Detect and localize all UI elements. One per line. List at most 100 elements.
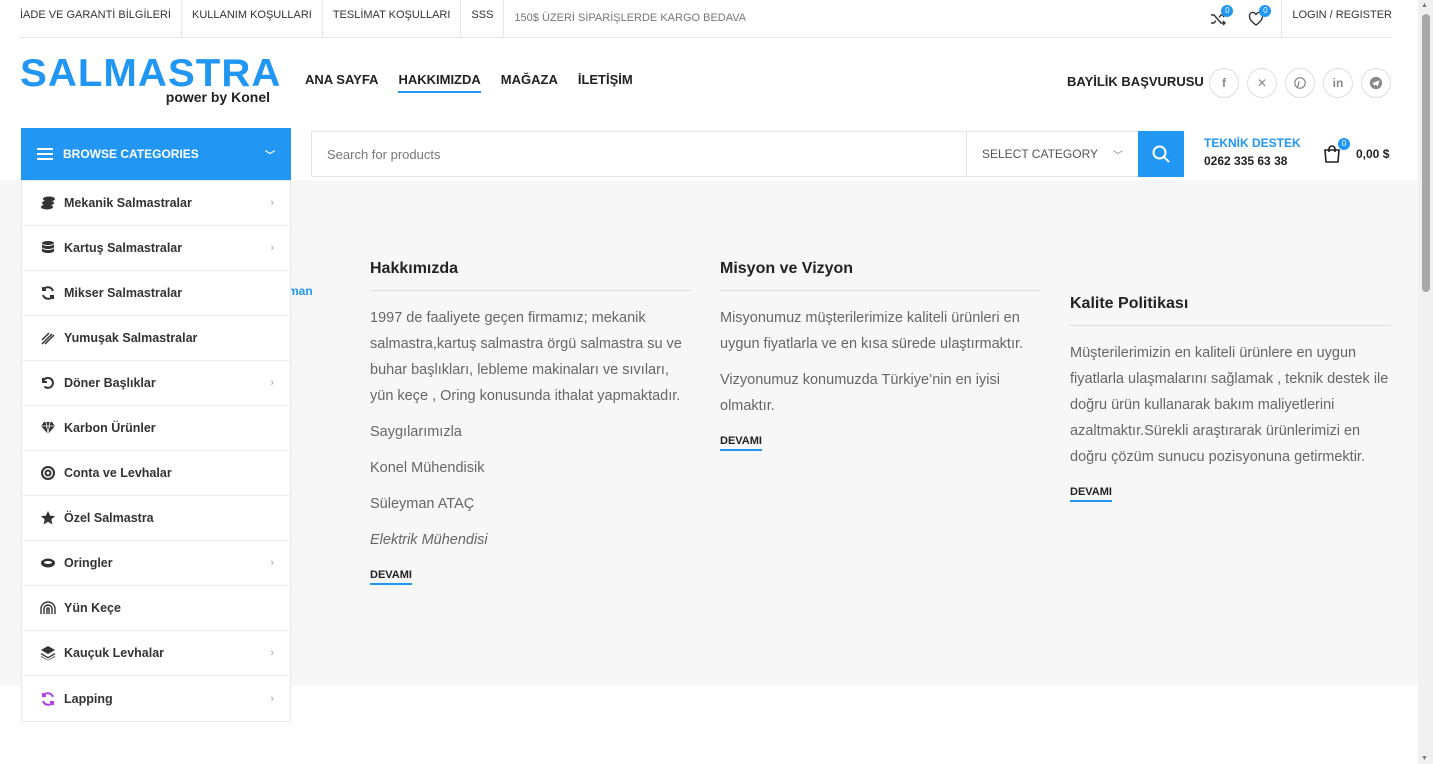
nav-home[interactable]: ANA SAYFA [305, 72, 378, 93]
social-links: f ✕ in [1209, 68, 1391, 98]
category-item[interactable]: Yumuşak Salmastralar [22, 316, 290, 361]
nav-shop[interactable]: MAĞAZA [501, 72, 558, 93]
category-item[interactable]: Mikser Salmastralar [22, 271, 290, 316]
scroll-up-icon[interactable]: ▲ [1421, 2, 1428, 9]
vision-text: Vizyonumuz konumuzda Türkiye’nin en iyis… [720, 372, 1000, 414]
page-scrollbar[interactable]: ▲ ▼ [1418, 0, 1433, 764]
chevron-right-icon: › [270, 197, 274, 209]
quality-more-link[interactable]: DEVAMI [1070, 486, 1112, 502]
nav-about[interactable]: HAKKIMIZDA [398, 72, 481, 93]
category-item[interactable]: Yün Keçe [22, 586, 290, 631]
scrollbar-thumb[interactable] [1422, 14, 1430, 292]
rotate-icon [38, 374, 58, 392]
star-icon [38, 509, 58, 527]
browse-categories-button[interactable]: BROWSE CATEGORIES ﹀ [21, 128, 291, 180]
category-item[interactable]: Karbon Ürünler [22, 406, 290, 451]
shipping-note: 150$ ÜZERİ SİPARİŞLERDE KARGO BEDAVA [514, 12, 747, 24]
category-label: Oringler [64, 556, 113, 570]
browse-categories-label: BROWSE CATEGORIES [63, 147, 199, 161]
logo-main-text: SALMASTRA [20, 52, 282, 95]
category-label: Yumuşak Salmastralar [64, 331, 198, 345]
category-item[interactable]: Döner Başlıklar › [22, 361, 290, 406]
quality-column: Kalite Politikası Müşterilerimizin en ka… [1070, 295, 1391, 502]
arches-icon [38, 599, 58, 617]
mission-text: Misyonumuz müşterilerimize kaliteli ürün… [720, 310, 1024, 352]
category-item[interactable]: Kartuş Salmastralar › [22, 226, 290, 271]
top-bar-actions: 0 0 LOGIN / REGISTER [1205, 0, 1392, 38]
stack-coins-icon [38, 194, 58, 212]
compare-button[interactable]: 0 [1205, 0, 1234, 38]
mission-column: Misyon ve Vizyon Misyonumuz müşterilerim… [720, 260, 1041, 451]
nav-contact[interactable]: İLETİŞİM [578, 72, 633, 93]
cycle-icon [38, 690, 58, 708]
category-label: Mekanik Salmastralar [64, 196, 192, 210]
shopping-bag-icon: 0 [1322, 138, 1350, 164]
compare-count-badge: 0 [1221, 4, 1234, 17]
category-select-label: SELECT CATEGORY [982, 147, 1099, 161]
logo-tagline: power by Konel [165, 89, 270, 105]
category-select[interactable]: SELECT CATEGORY ﹀ [966, 132, 1138, 176]
partially-hidden-link[interactable]: man [288, 284, 313, 298]
category-item[interactable]: Kauçuk Levhalar › [22, 631, 290, 676]
diamond-icon [38, 419, 58, 437]
category-label: Lapping [64, 691, 113, 706]
layers-icon [38, 644, 58, 662]
category-label: Karbon Ürünler [64, 421, 156, 435]
wishlist-button[interactable]: 0 [1243, 0, 1272, 38]
category-item[interactable]: Özel Salmastra [22, 496, 290, 541]
pinterest-icon[interactable] [1285, 68, 1315, 98]
main-nav: ANA SAYFA HAKKIMIZDA MAĞAZA İLETİŞİM [305, 72, 633, 93]
about-title: Hakkımızda [370, 260, 691, 291]
login-register-link[interactable]: LOGIN / REGISTER [1281, 0, 1392, 38]
chevron-right-icon: › [270, 692, 274, 705]
search-icon [1152, 145, 1170, 163]
category-item[interactable]: Lapping › [22, 676, 290, 721]
quality-title: Kalite Politikası [1070, 295, 1391, 326]
linkedin-icon[interactable]: in [1323, 68, 1353, 98]
about-person: Süleyman ATAÇ [370, 496, 475, 512]
category-item[interactable]: Conta ve Levhalar [22, 451, 290, 496]
dealer-application-link[interactable]: BAYİLİK BAŞVURUSU [1067, 74, 1204, 89]
top-bar: İADE VE GARANTİ BİLGİLERİ KULLANIM KOŞUL… [20, 0, 1392, 38]
search-input[interactable] [312, 132, 966, 176]
category-label: Özel Salmastra [64, 511, 154, 525]
category-label: Yün Keçe [64, 601, 121, 615]
support-phone[interactable]: 0262 335 63 38 [1204, 154, 1301, 168]
chevron-right-icon: › [270, 377, 274, 389]
search-bar: SELECT CATEGORY ﹀ [311, 131, 1184, 177]
technical-support: TEKNİK DESTEK 0262 335 63 38 [1204, 136, 1301, 168]
chevron-right-icon: › [270, 242, 274, 254]
telegram-icon[interactable] [1361, 68, 1391, 98]
mission-more-link[interactable]: DEVAMI [720, 435, 762, 451]
search-button[interactable] [1138, 131, 1184, 177]
braid-icon [38, 329, 58, 347]
support-label: TEKNİK DESTEK [1204, 136, 1301, 150]
category-label: Mikser Salmastralar [64, 286, 183, 300]
about-more-link[interactable]: DEVAMI [370, 569, 412, 585]
category-label: Kauçuk Levhalar [64, 646, 165, 660]
wishlist-count-badge: 0 [1259, 4, 1272, 17]
top-link-delivery[interactable]: TESLİMAT KOŞULLARI [323, 0, 462, 38]
cart-total: 0,00 $ [1356, 147, 1390, 161]
x-icon[interactable]: ✕ [1247, 68, 1277, 98]
category-item[interactable]: Mekanik Salmastralar › [22, 181, 290, 226]
facebook-icon[interactable]: f [1209, 68, 1239, 98]
about-column: Hakkımızda 1997 de faaliyete geçen firma… [370, 260, 691, 585]
menu-icon [37, 148, 53, 160]
top-link-returns[interactable]: İADE VE GARANTİ BİLGİLERİ [20, 0, 182, 38]
about-company: Konel Mühendisik [370, 460, 485, 476]
cart-button[interactable]: 0 0,00 $ [1322, 138, 1390, 164]
mission-title: Misyon ve Vizyon [720, 260, 1041, 291]
top-link-terms[interactable]: KULLANIM KOŞULLARI [182, 0, 323, 38]
category-label: Conta ve Levhalar [64, 466, 172, 480]
top-link-faq[interactable]: SSS [461, 0, 505, 38]
category-item[interactable]: Oringler › [22, 541, 290, 586]
site-logo[interactable]: SALMASTRA power by Konel [20, 54, 280, 108]
scroll-down-icon[interactable]: ▼ [1421, 755, 1428, 762]
about-person-title: Elektrik Mühendisi [370, 532, 488, 548]
refresh-icon [38, 284, 58, 302]
category-list: Mekanik Salmastralar › Kartuş Salmastrala… [21, 180, 291, 722]
database-icon [38, 239, 58, 257]
chevron-down-icon: ﹀ [265, 150, 275, 162]
chevron-right-icon: › [270, 557, 274, 569]
